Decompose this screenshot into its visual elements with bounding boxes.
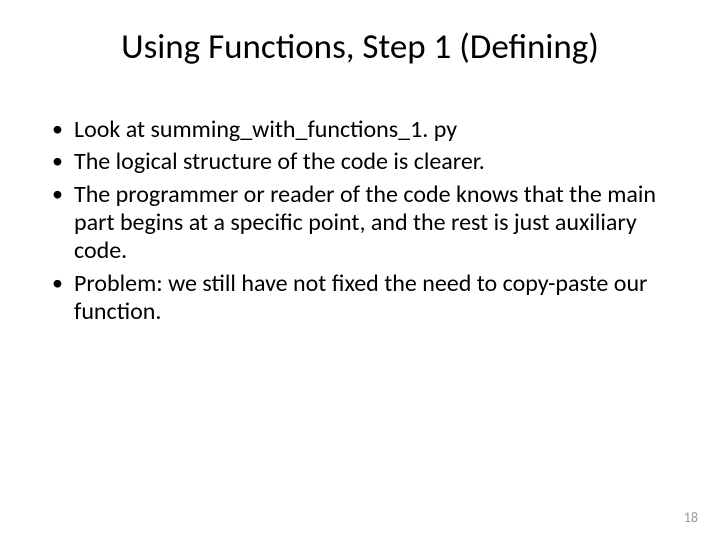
slide: Using Functions, Step 1 (Defining) Look …	[0, 0, 720, 540]
page-number: 18	[684, 509, 698, 526]
bullet-list: Look at summing_with_functions_1. py The…	[48, 116, 672, 326]
slide-body: Look at summing_with_functions_1. py The…	[48, 116, 672, 326]
list-item: The programmer or reader of the code kno…	[48, 181, 672, 266]
list-item: Problem: we still have not fixed the nee…	[48, 270, 672, 327]
slide-title: Using Functions, Step 1 (Defining)	[48, 26, 672, 68]
list-item: Look at summing_with_functions_1. py	[48, 116, 672, 144]
list-item: The logical structure of the code is cle…	[48, 148, 672, 176]
